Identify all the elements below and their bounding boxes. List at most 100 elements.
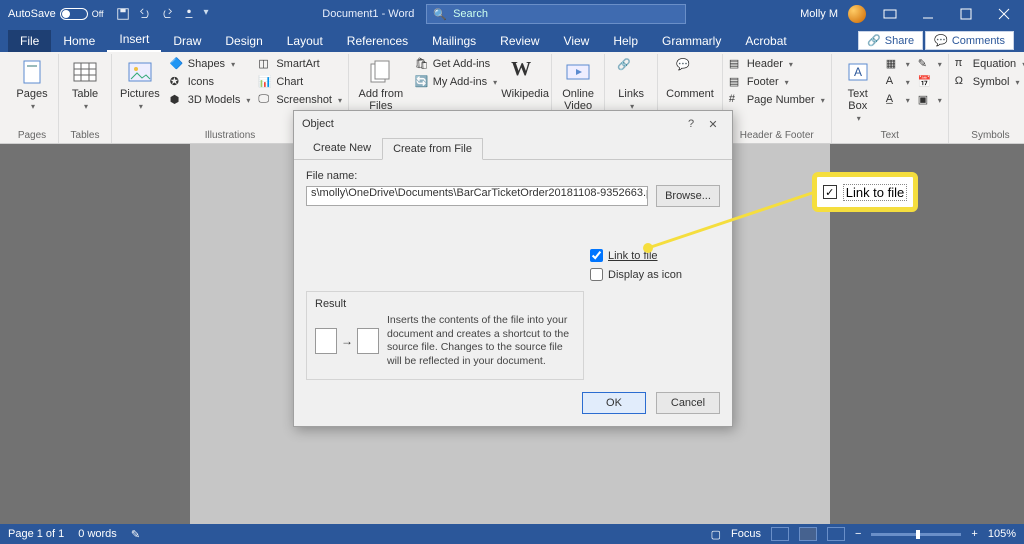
maximize-icon[interactable]: [952, 0, 980, 28]
title-bar: AutoSave Off ▾ Document1 - Word 🔍 Search…: [0, 0, 1024, 28]
tab-references[interactable]: References: [335, 30, 420, 52]
callout-link-to-file: ✓ Link to file: [812, 172, 918, 212]
ribbon-display-icon[interactable]: [876, 0, 904, 28]
tab-insert[interactable]: Insert: [107, 28, 161, 52]
datetime-button[interactable]: 📅: [916, 74, 944, 90]
tab-layout[interactable]: Layout: [275, 30, 335, 52]
autosave-toggle[interactable]: AutoSave Off: [8, 8, 104, 20]
status-focus[interactable]: Focus: [731, 528, 761, 540]
pages-button[interactable]: Pages▾: [10, 56, 54, 113]
files-icon: [367, 58, 395, 86]
view-web-icon[interactable]: [827, 527, 845, 541]
focus-icon[interactable]: ▢: [711, 528, 721, 541]
spellcheck-icon[interactable]: ✎: [131, 528, 140, 541]
link-to-file-check-icon[interactable]: [590, 249, 603, 262]
zoom-level[interactable]: 105%: [988, 528, 1016, 540]
display-as-icon-checkbox[interactable]: Display as icon: [590, 268, 720, 281]
redo-icon[interactable]: [160, 7, 174, 21]
wordart-button[interactable]: A▾: [884, 74, 912, 90]
comment-button[interactable]: 💬 Comment: [662, 56, 718, 102]
save-icon[interactable]: [116, 7, 130, 21]
user-name[interactable]: Molly M: [800, 8, 838, 20]
chart-button[interactable]: 📊Chart: [256, 74, 344, 90]
get-addins-button[interactable]: 🛍Get Add-ins: [413, 56, 499, 72]
close-icon[interactable]: ✕: [702, 118, 724, 131]
pictures-button[interactable]: Pictures▾: [116, 56, 164, 113]
wikipedia-button[interactable]: W Wikipedia: [503, 56, 547, 102]
comment-icon: 💬: [676, 58, 704, 86]
quickparts-button[interactable]: ▦▾: [884, 56, 912, 72]
ok-button[interactable]: OK: [582, 392, 646, 414]
tab-review[interactable]: Review: [488, 30, 551, 52]
links-button[interactable]: 🔗 Links▾: [609, 56, 653, 113]
footer-icon: ▤: [729, 75, 743, 89]
textbox-icon: A: [844, 58, 872, 86]
zoom-out-icon[interactable]: −: [855, 528, 861, 540]
footer-button[interactable]: ▤Footer▾: [727, 74, 827, 90]
filename-input[interactable]: s\molly\OneDrive\Documents\BarCarTicketO…: [306, 186, 648, 206]
status-bar: Page 1 of 1 0 words ✎ ▢ Focus − + 105%: [0, 524, 1024, 544]
tab-design[interactable]: Design: [213, 30, 274, 52]
icons-button[interactable]: ✪Icons: [168, 74, 253, 90]
store-icon: 🛍: [415, 57, 429, 71]
minimize-icon[interactable]: [914, 0, 942, 28]
video-icon: [564, 58, 592, 86]
link-to-file-checkbox[interactable]: Link to file: [590, 249, 720, 262]
icons-icon: ✪: [170, 75, 184, 89]
symbol-button[interactable]: ΩSymbol▾: [953, 74, 1024, 90]
callout-text: Link to file: [843, 184, 908, 201]
online-video-button[interactable]: Online Video: [556, 56, 600, 114]
tab-create-new[interactable]: Create New: [302, 137, 382, 159]
object-button[interactable]: ▣▾: [916, 92, 944, 108]
group-tables: Table▾ Tables: [59, 54, 112, 143]
my-addins-button[interactable]: 🔄My Add-ins▾: [413, 74, 499, 90]
undo-icon[interactable]: [138, 7, 152, 21]
result-panel: Result → Inserts the contents of the fil…: [306, 291, 584, 380]
table-icon: [71, 58, 99, 86]
user-avatar-icon[interactable]: [848, 5, 866, 23]
tab-mailings[interactable]: Mailings: [420, 30, 488, 52]
comments-button[interactable]: 💬Comments: [925, 31, 1014, 50]
view-read-icon[interactable]: [771, 527, 789, 541]
shapes-button[interactable]: 🔷Shapes▾: [168, 56, 253, 72]
tab-home[interactable]: Home: [51, 30, 107, 52]
status-words[interactable]: 0 words: [78, 528, 117, 540]
view-print-icon[interactable]: [799, 527, 817, 541]
header-button[interactable]: ▤Header▾: [727, 56, 827, 72]
cancel-button[interactable]: Cancel: [656, 392, 720, 414]
dropcap-button[interactable]: A̲▾: [884, 92, 912, 108]
display-as-icon-check-icon[interactable]: [590, 268, 603, 281]
smartart-button[interactable]: ◫SmartArt: [256, 56, 344, 72]
search-box[interactable]: 🔍 Search: [426, 4, 686, 24]
textbox-button[interactable]: A Text Box▾: [836, 56, 880, 125]
screenshot-button[interactable]: 🖵Screenshot▾: [256, 92, 344, 108]
pictures-icon: [126, 58, 154, 86]
autosave-switch-icon: [60, 8, 88, 20]
pagenumber-button[interactable]: #Page Number▾: [727, 92, 827, 108]
wikipedia-icon: W: [511, 58, 539, 86]
table-button[interactable]: Table▾: [63, 56, 107, 113]
tab-acrobat[interactable]: Acrobat: [733, 30, 798, 52]
equation-button[interactable]: πEquation▾: [953, 56, 1024, 72]
group-pages: Pages▾ Pages: [6, 54, 59, 143]
autosave-label: AutoSave: [8, 8, 56, 20]
browse-button[interactable]: Browse...: [656, 185, 720, 207]
tab-draw[interactable]: Draw: [161, 30, 213, 52]
tab-grammarly[interactable]: Grammarly: [650, 30, 733, 52]
tab-view[interactable]: View: [552, 30, 602, 52]
3dmodels-button[interactable]: ⬢3D Models▾: [168, 92, 253, 108]
zoom-slider[interactable]: [871, 533, 961, 536]
comment-icon: 💬: [934, 34, 948, 47]
help-icon[interactable]: ?: [680, 118, 702, 130]
tab-create-from-file[interactable]: Create from File: [382, 138, 483, 160]
signature-button[interactable]: ✎▾: [916, 56, 944, 72]
cube-icon: ⬢: [170, 93, 184, 107]
customize-qat-icon[interactable]: [182, 7, 196, 21]
share-button[interactable]: 🔗Share: [858, 31, 923, 50]
close-icon[interactable]: [990, 0, 1018, 28]
object-icon: ▣: [918, 93, 932, 107]
status-page[interactable]: Page 1 of 1: [8, 528, 64, 540]
zoom-in-icon[interactable]: +: [971, 528, 977, 540]
tab-file[interactable]: File: [8, 30, 51, 52]
tab-help[interactable]: Help: [601, 30, 650, 52]
